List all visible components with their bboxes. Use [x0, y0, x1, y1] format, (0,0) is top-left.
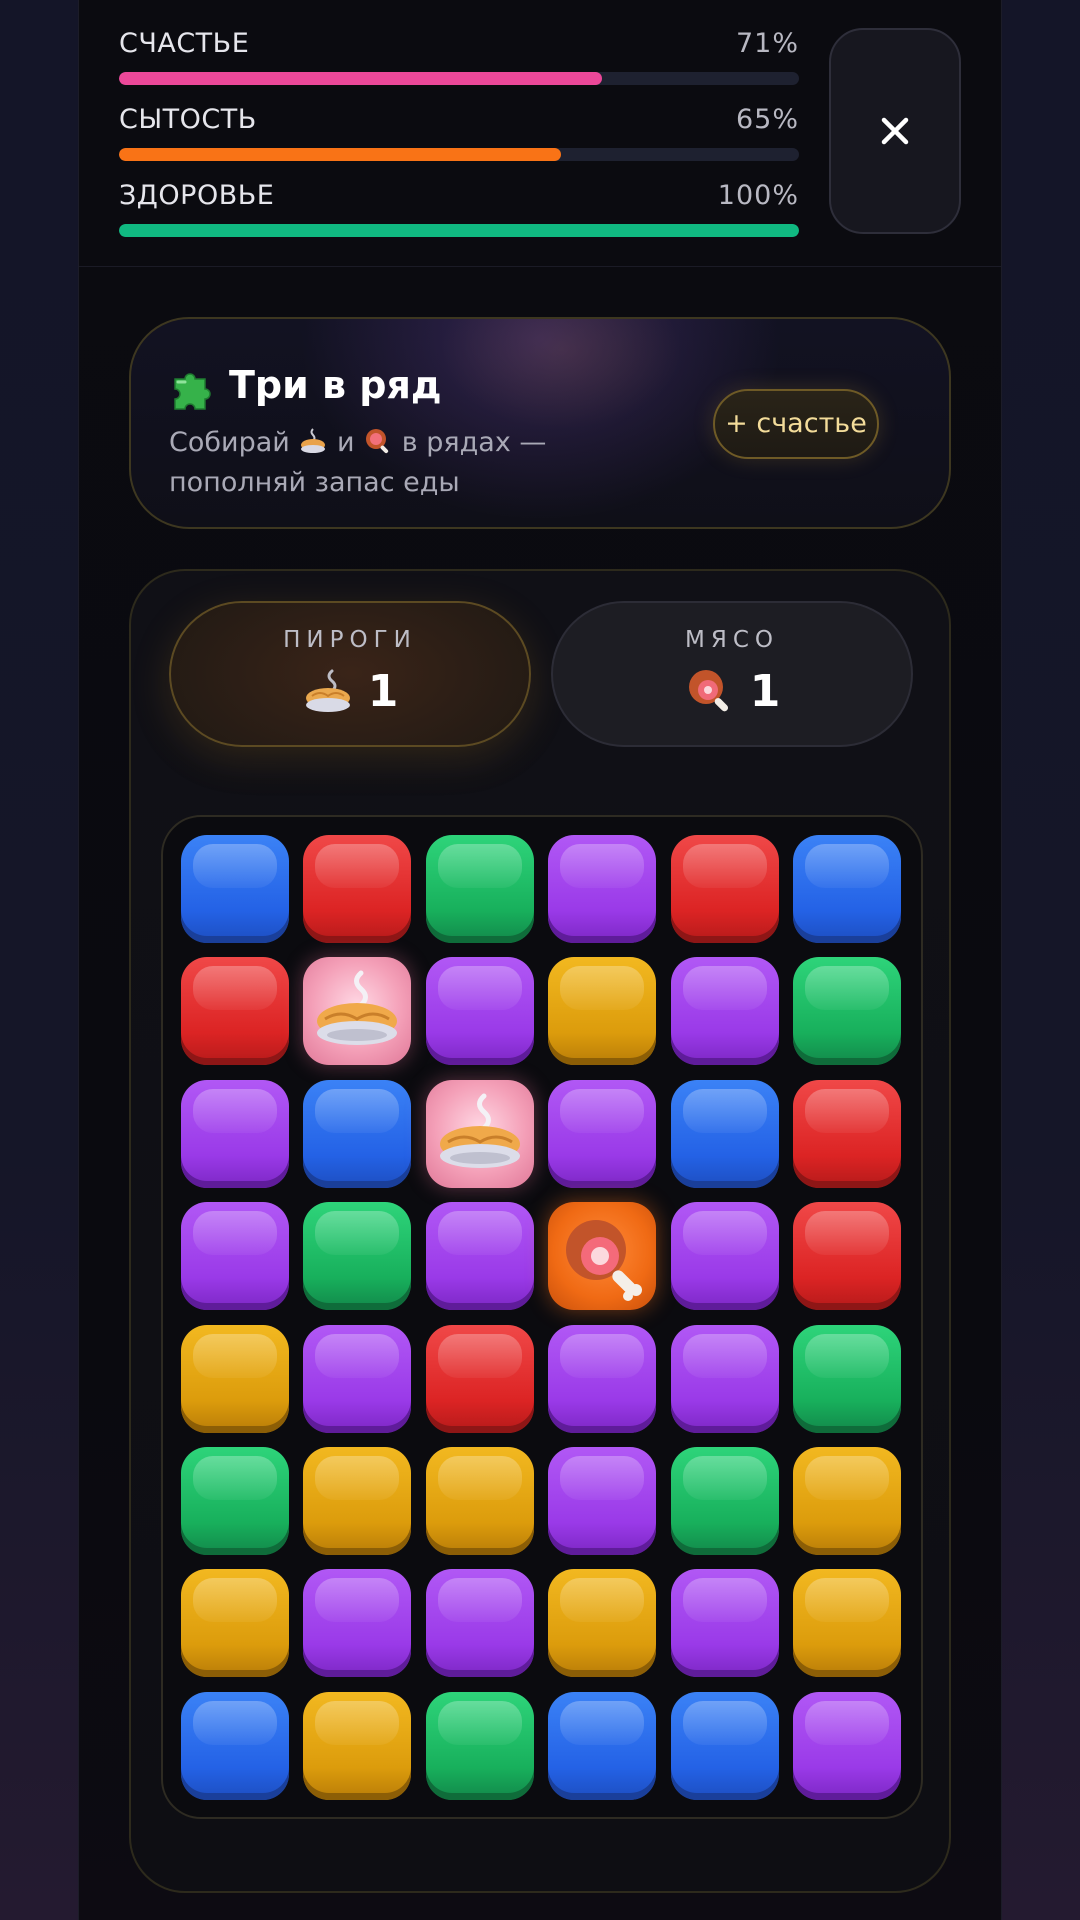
counter-label: МЯСО [685, 627, 779, 653]
stat-bar [119, 72, 799, 85]
stat-bar [119, 148, 799, 161]
tile-purple[interactable] [548, 1324, 657, 1433]
pie-icon [305, 669, 350, 712]
tile-purple[interactable] [303, 1569, 412, 1678]
stats-panel: СЧАСТЬЕ 71% СЫТОСТЬ 65% ЗДОРОВЬЕ 100% [119, 22, 799, 250]
tile-yellow[interactable] [793, 1569, 901, 1678]
close-icon [881, 117, 909, 145]
tile-purple[interactable] [670, 1324, 779, 1433]
tile-green[interactable] [793, 957, 901, 1066]
meat-icon [366, 429, 389, 454]
stat-bar-fill [119, 148, 561, 161]
desc-text: Собирай [169, 427, 290, 458]
tile-blue[interactable] [181, 835, 289, 943]
tile-blue[interactable] [670, 1079, 779, 1188]
counter-row: 1 [171, 665, 529, 717]
tile-yellow[interactable] [425, 1447, 534, 1555]
tile-yellow[interactable] [181, 1324, 289, 1433]
tile-yellow[interactable] [548, 1569, 657, 1678]
desc-text: и [337, 427, 355, 458]
stat-value: 65% [735, 104, 799, 135]
counter-value: 1 [749, 665, 781, 717]
stat-label: СЧАСТЬЕ [119, 28, 250, 59]
stat-value: 71% [735, 28, 799, 59]
tile-yellow[interactable] [548, 957, 657, 1066]
tile-purple[interactable] [670, 1569, 779, 1678]
tile-green[interactable] [793, 1324, 901, 1433]
pie-icon [439, 1093, 520, 1168]
pie-icon [317, 970, 398, 1046]
stat-happiness: СЧАСТЬЕ 71% [119, 22, 799, 98]
tile-green[interactable] [670, 1447, 779, 1555]
meat-icon [688, 670, 728, 712]
tile-meat[interactable] [548, 1202, 657, 1311]
game-panel: ПИРОГИ 1 МЯСО 1 [129, 569, 951, 1893]
tile-purple[interactable] [181, 1202, 289, 1311]
counter-row: 1 [553, 665, 911, 717]
tile-red[interactable] [425, 1324, 534, 1433]
counter-label: ПИРОГИ [283, 627, 417, 653]
pie-icon [301, 428, 326, 453]
tile-red[interactable] [303, 835, 412, 943]
counter-value: 1 [367, 665, 399, 717]
game-title: Три в ряд [229, 363, 442, 407]
tile-purple[interactable] [548, 1079, 657, 1188]
tile-purple[interactable] [793, 1691, 901, 1800]
tile-pie[interactable] [303, 957, 412, 1066]
tile-red[interactable] [181, 957, 289, 1066]
tile-purple[interactable] [670, 1202, 779, 1311]
tile-red[interactable] [793, 1202, 901, 1311]
tile-green[interactable] [303, 1202, 412, 1311]
counter-pies: ПИРОГИ 1 [169, 601, 531, 747]
game-description: Собирай и в рядах — пополняй запас еды [169, 423, 589, 503]
stat-health: ЗДОРОВЬЕ 100% [119, 174, 799, 250]
match3-board [161, 815, 923, 1819]
tile-purple[interactable] [425, 957, 534, 1066]
tile-blue[interactable] [548, 1691, 657, 1800]
divider [79, 266, 1001, 267]
counter-meat: МЯСО 1 [551, 601, 913, 747]
stat-value: 100% [717, 180, 799, 211]
tile-yellow[interactable] [303, 1447, 412, 1555]
tile-purple[interactable] [425, 1569, 534, 1678]
tile-red[interactable] [793, 1079, 901, 1188]
stat-label: СЫТОСТЬ [119, 104, 257, 135]
tile-purple[interactable] [548, 1447, 657, 1555]
tile-purple[interactable] [181, 1079, 289, 1188]
tile-red[interactable] [670, 835, 779, 943]
meat-icon [566, 1220, 643, 1302]
puzzle-icon [174, 373, 211, 410]
tile-purple[interactable] [303, 1324, 412, 1433]
tile-green[interactable] [181, 1447, 289, 1555]
tile-yellow[interactable] [181, 1569, 289, 1678]
tile-purple[interactable] [548, 835, 657, 943]
stat-bar-fill [119, 72, 602, 85]
stat-bar-fill [119, 224, 799, 237]
bonus-button[interactable]: + счастье [713, 389, 879, 459]
stat-bar [119, 224, 799, 237]
close-button[interactable] [829, 28, 961, 234]
tile-purple[interactable] [425, 1202, 534, 1311]
game-info-banner: Три в ряд Собирай и в рядах — пополняй з… [129, 317, 951, 529]
stat-satiety: СЫТОСТЬ 65% [119, 98, 799, 174]
tile-blue[interactable] [670, 1691, 779, 1800]
tile-pie[interactable] [425, 1079, 534, 1188]
game-screen: СЧАСТЬЕ 71% СЫТОСТЬ 65% ЗДОРОВЬЕ 100% Тр… [78, 0, 1002, 1920]
tile-blue[interactable] [303, 1079, 412, 1188]
tile-yellow[interactable] [303, 1691, 412, 1800]
tile-green[interactable] [425, 1691, 534, 1800]
tile-purple[interactable] [670, 957, 779, 1066]
tile-blue[interactable] [181, 1691, 289, 1800]
tile-blue[interactable] [793, 835, 901, 943]
tile-yellow[interactable] [793, 1447, 901, 1555]
stat-label: ЗДОРОВЬЕ [119, 180, 275, 211]
tile-green[interactable] [425, 835, 534, 943]
